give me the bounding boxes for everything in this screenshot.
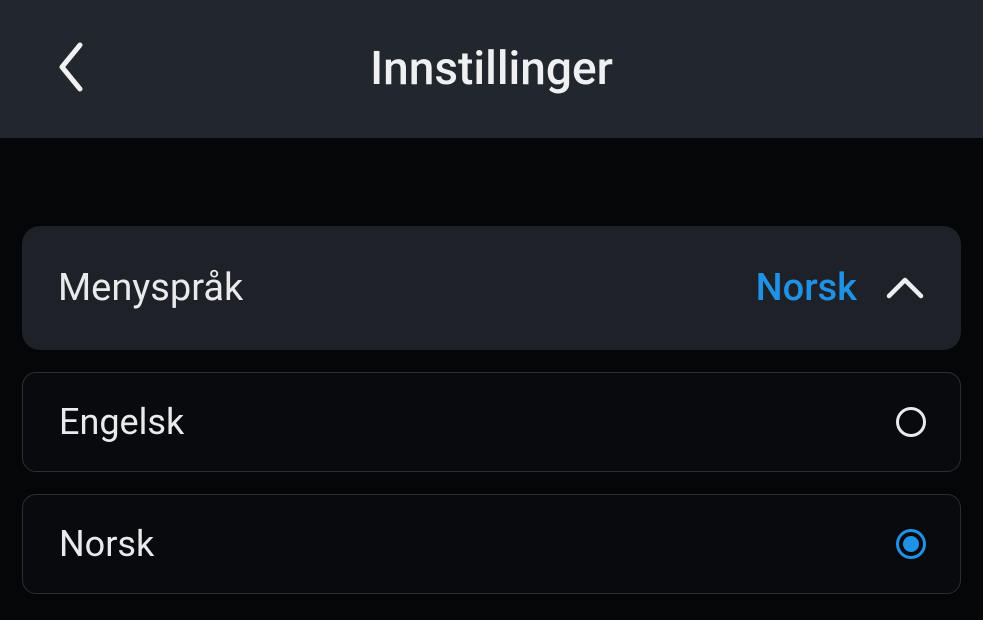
chevron-up-icon [885,276,925,300]
content: Menyspråk Norsk Engelsk Norsk [0,138,983,594]
language-option-label: Norsk [59,523,896,565]
language-option-engelsk[interactable]: Engelsk [22,372,961,472]
menu-language-selected-value: Norsk [756,266,857,310]
back-button[interactable] [56,41,86,97]
language-option-label: Engelsk [59,401,896,443]
radio-selected-icon [896,529,926,559]
chevron-left-icon [56,78,86,97]
header: Innstillinger [0,0,983,138]
menu-language-dropdown[interactable]: Menyspråk Norsk [22,226,961,350]
menu-language-label: Menyspråk [58,266,756,310]
radio-unselected-icon [896,407,926,437]
page-title: Innstillinger [0,42,983,96]
language-option-norsk[interactable]: Norsk [22,494,961,594]
